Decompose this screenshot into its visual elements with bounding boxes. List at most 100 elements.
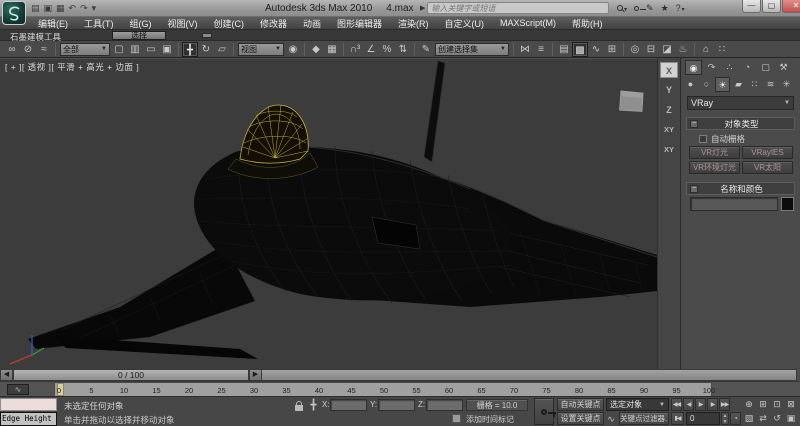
use-pivot-center-icon[interactable]: ◉ <box>285 42 301 57</box>
menu-item[interactable]: 帮助(H) <box>564 17 611 30</box>
next-frame-arrow[interactable]: ▶ <box>249 369 262 381</box>
percent-snap-icon[interactable]: % <box>379 42 395 57</box>
set-keys-button[interactable] <box>534 398 554 425</box>
unlink-selection-icon[interactable]: ⊘ <box>20 42 36 57</box>
pan-view-button[interactable]: ⇄ <box>756 412 770 425</box>
cameras-category-icon[interactable]: ▰ <box>731 77 746 92</box>
menu-item[interactable]: 创建(C) <box>206 17 253 30</box>
zoom-button[interactable]: ⊕ <box>742 398 756 411</box>
help-icon[interactable]: ?▾ <box>676 3 685 13</box>
default-tangent-icon[interactable]: ∿ <box>605 413 617 425</box>
toolbar-extra-a-icon[interactable]: ⌂ <box>698 42 714 57</box>
qat-more-icon[interactable]: ▾ <box>92 3 97 14</box>
selection-lock-toggle[interactable] <box>292 400 305 412</box>
select-and-rotate-icon[interactable]: ↻ <box>198 42 214 57</box>
object-type-rollout[interactable]: − 对象类型 <box>686 117 795 130</box>
helpers-category-icon[interactable]: ∷ <box>747 77 762 92</box>
new-file-icon[interactable]: ▤ <box>31 3 40 14</box>
menu-item[interactable]: 图形编辑器 <box>329 17 390 30</box>
render-production-icon[interactable]: ♨ <box>675 42 691 57</box>
mirror-icon[interactable]: ⋈ <box>517 42 533 57</box>
align-icon[interactable]: ≡ <box>533 42 549 57</box>
play-button[interactable]: ▶ <box>695 398 706 411</box>
zoom-all-button[interactable]: ⊞ <box>756 398 770 411</box>
pen-icon[interactable]: ✎ <box>646 3 654 14</box>
mini-curve-editor-button[interactable]: ∿ <box>7 384 29 395</box>
redo-icon[interactable]: ↷ <box>80 3 88 14</box>
schematic-view-icon[interactable]: ⊞ <box>604 42 620 57</box>
selection-tab[interactable]: 选择 <box>112 31 166 40</box>
menu-item[interactable]: 视图(V) <box>160 17 206 30</box>
x-coordinate-field[interactable] <box>330 399 367 411</box>
add-time-tag-button[interactable]: 添加时间标记 <box>466 414 514 425</box>
motion-tab-icon[interactable]: ◔ <box>739 60 756 75</box>
go-to-end-button[interactable]: ▶▶ <box>719 398 730 411</box>
y-coordinate-field[interactable] <box>378 399 415 411</box>
layer-manager-icon[interactable]: ▤ <box>556 42 572 57</box>
edit-named-selection-sets-icon[interactable]: ✎ <box>418 42 434 57</box>
menu-item[interactable]: 工具(T) <box>76 17 122 30</box>
time-slider-thumb[interactable]: 0 / 100 <box>13 369 249 381</box>
rendered-frame-window-icon[interactable]: ◪ <box>659 42 675 57</box>
absolute-offset-mode-toggle[interactable]: ╋ <box>307 399 320 412</box>
minimize-button[interactable]: — <box>742 0 761 13</box>
menu-item[interactable]: 动画 <box>295 17 329 30</box>
previous-frame-arrow[interactable]: ◀ <box>0 369 13 381</box>
shapes-category-icon[interactable]: ○ <box>699 77 714 92</box>
lights-category-icon[interactable]: ☀ <box>715 77 730 92</box>
modify-tab-icon[interactable]: ↷ <box>703 60 720 75</box>
material-editor-icon[interactable]: ◎ <box>627 42 643 57</box>
search-expander-icon[interactable]: ▶ <box>420 4 425 12</box>
space-warps-category-icon[interactable]: ≋ <box>763 77 778 92</box>
open-file-icon[interactable]: ▣ <box>44 3 53 14</box>
curve-editor-icon[interactable]: ∿ <box>588 42 604 57</box>
menu-item[interactable]: 渲染(R) <box>390 17 437 30</box>
systems-category-icon[interactable]: ✳ <box>779 77 794 92</box>
object-type-button[interactable]: VRayIES <box>742 146 793 159</box>
previous-frame-button[interactable]: ◀ <box>683 398 694 411</box>
object-color-swatch[interactable] <box>781 197 794 211</box>
menu-item[interactable]: 自定义(U) <box>437 17 493 30</box>
auto-key-button[interactable]: 自动关键点 <box>557 398 604 411</box>
hierarchy-tab-icon[interactable]: ∴ <box>721 60 738 75</box>
save-file-icon[interactable]: ▦ <box>56 3 65 14</box>
snap-toggle-3d-icon[interactable]: ∩³ <box>347 42 363 57</box>
key-filters-button[interactable]: 关键点过滤器... <box>619 412 669 425</box>
angle-snap-icon[interactable]: ∠ <box>363 42 379 57</box>
orbit-button[interactable]: ↺ <box>770 412 784 425</box>
object-type-button[interactable]: VR灯光 <box>689 146 740 159</box>
select-and-link-icon[interactable]: ∞ <box>4 42 20 57</box>
light-type-dropdown[interactable]: VRay ▼ <box>687 96 794 110</box>
frame-spinner[interactable]: ▲▼ <box>721 412 729 425</box>
maximize-viewport-button[interactable]: ▣ <box>784 412 798 425</box>
reference-coordinate-dropdown[interactable]: 视图▼ <box>238 43 284 56</box>
axis-constraint-y-button[interactable]: Y <box>660 82 678 98</box>
object-type-button[interactable]: VR环境灯光 <box>689 161 740 174</box>
menu-item[interactable]: 修改器 <box>252 17 295 30</box>
menu-item[interactable]: 编辑(E) <box>30 17 76 30</box>
geometry-category-icon[interactable]: ● <box>683 77 698 92</box>
toolbar-extra-b-icon[interactable]: ∷ <box>714 42 730 57</box>
object-name-field[interactable] <box>690 197 778 211</box>
ribbon-minimize-icon[interactable] <box>202 33 212 38</box>
axis-constraint-xy-button[interactable]: XY <box>660 122 678 138</box>
zoom-extents-all-button[interactable]: ⊠ <box>784 398 798 411</box>
key-filter-dropdown[interactable]: 选定对象 ▼ <box>606 398 669 411</box>
zoom-extents-button[interactable]: ⊡ <box>770 398 784 411</box>
axis-constraint-xy-flyout-button[interactable]: XY <box>660 142 678 158</box>
window-crossing-icon[interactable]: ▣ <box>159 42 175 57</box>
render-setup-icon[interactable]: ⊟ <box>643 42 659 57</box>
select-and-move-icon[interactable]: ╋ <box>182 42 198 57</box>
next-frame-button[interactable]: ▶ <box>707 398 718 411</box>
select-by-name-icon[interactable]: ▥ <box>127 42 143 57</box>
maxscript-listener-line[interactable]: Edge Height 0.0 <box>0 412 57 426</box>
favorites-star-icon[interactable]: ★ <box>661 3 669 14</box>
close-button[interactable]: ✕ <box>782 0 800 13</box>
key-mode-toggle[interactable]: ▮◀ <box>671 412 684 425</box>
z-coordinate-field[interactable] <box>426 399 463 411</box>
keyboard-override-icon[interactable]: ▦ <box>324 42 340 57</box>
bind-to-space-warp-icon[interactable]: ≈ <box>36 42 52 57</box>
rectangular-selection-region-icon[interactable]: ▭ <box>143 42 159 57</box>
axis-constraint-x-button[interactable]: X <box>660 62 678 78</box>
search-input[interactable] <box>427 2 609 14</box>
